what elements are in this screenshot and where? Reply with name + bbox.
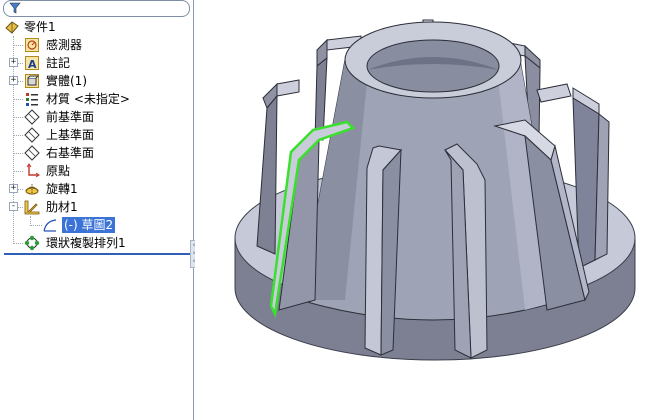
sensor-icon <box>25 38 39 52</box>
tree-item-revolve[interactable]: + 旋轉1 <box>0 180 194 198</box>
tree-item-top-plane[interactable]: 上基準面 <box>0 126 194 144</box>
part-model-3d <box>234 19 636 361</box>
rollback-bar[interactable] <box>4 253 192 255</box>
tree-item-sensors[interactable]: 感測器 <box>0 36 194 54</box>
circular-pattern-icon <box>24 235 40 251</box>
annotation-icon: A <box>25 56 39 71</box>
plane-icon <box>24 145 40 161</box>
revolve-icon <box>25 184 39 195</box>
sketch-icon <box>43 219 57 232</box>
tree-item-right-plane[interactable]: 右基準面 <box>0 144 194 162</box>
graphics-viewport[interactable] <box>195 0 652 420</box>
tree-item-circular-pattern[interactable]: 環狀複製排列1 <box>0 234 194 252</box>
tree-filter-input[interactable] <box>3 0 190 17</box>
svg-text:A: A <box>28 58 37 71</box>
filter-funnel-icon <box>9 2 21 14</box>
part-icon <box>5 21 19 34</box>
tree-item-material[interactable]: 材質 <未指定> <box>0 90 194 108</box>
origin-icon <box>26 163 40 178</box>
material-icon <box>26 93 38 106</box>
tree-item-solid-bodies[interactable]: + 實體(1) <box>0 72 194 90</box>
tree-item-rib[interactable]: - 肋材1 <box>0 198 194 216</box>
collapse-toggle[interactable]: - <box>9 202 18 211</box>
feature-manager-tree: 零件1 感測器 + A 註記 + 實體(1) 材質 <未指定> 前基準面 上基準… <box>0 0 194 420</box>
tree-item-part[interactable]: 零件1 <box>0 18 194 36</box>
plane-icon <box>24 109 40 125</box>
tree-item-sketch[interactable]: (-) 草圖2 <box>0 216 194 234</box>
expand-toggle[interactable]: + <box>9 58 18 67</box>
plane-icon <box>24 127 40 143</box>
tree-item-annotations[interactable]: + A 註記 <box>0 54 194 72</box>
expand-toggle[interactable]: + <box>9 76 18 85</box>
solid-bodies-icon <box>25 74 40 88</box>
rib-icon <box>24 200 40 215</box>
tree-item-front-plane[interactable]: 前基準面 <box>0 108 194 126</box>
tree-item-origin[interactable]: 原點 <box>0 162 194 180</box>
expand-toggle[interactable]: + <box>9 184 18 193</box>
